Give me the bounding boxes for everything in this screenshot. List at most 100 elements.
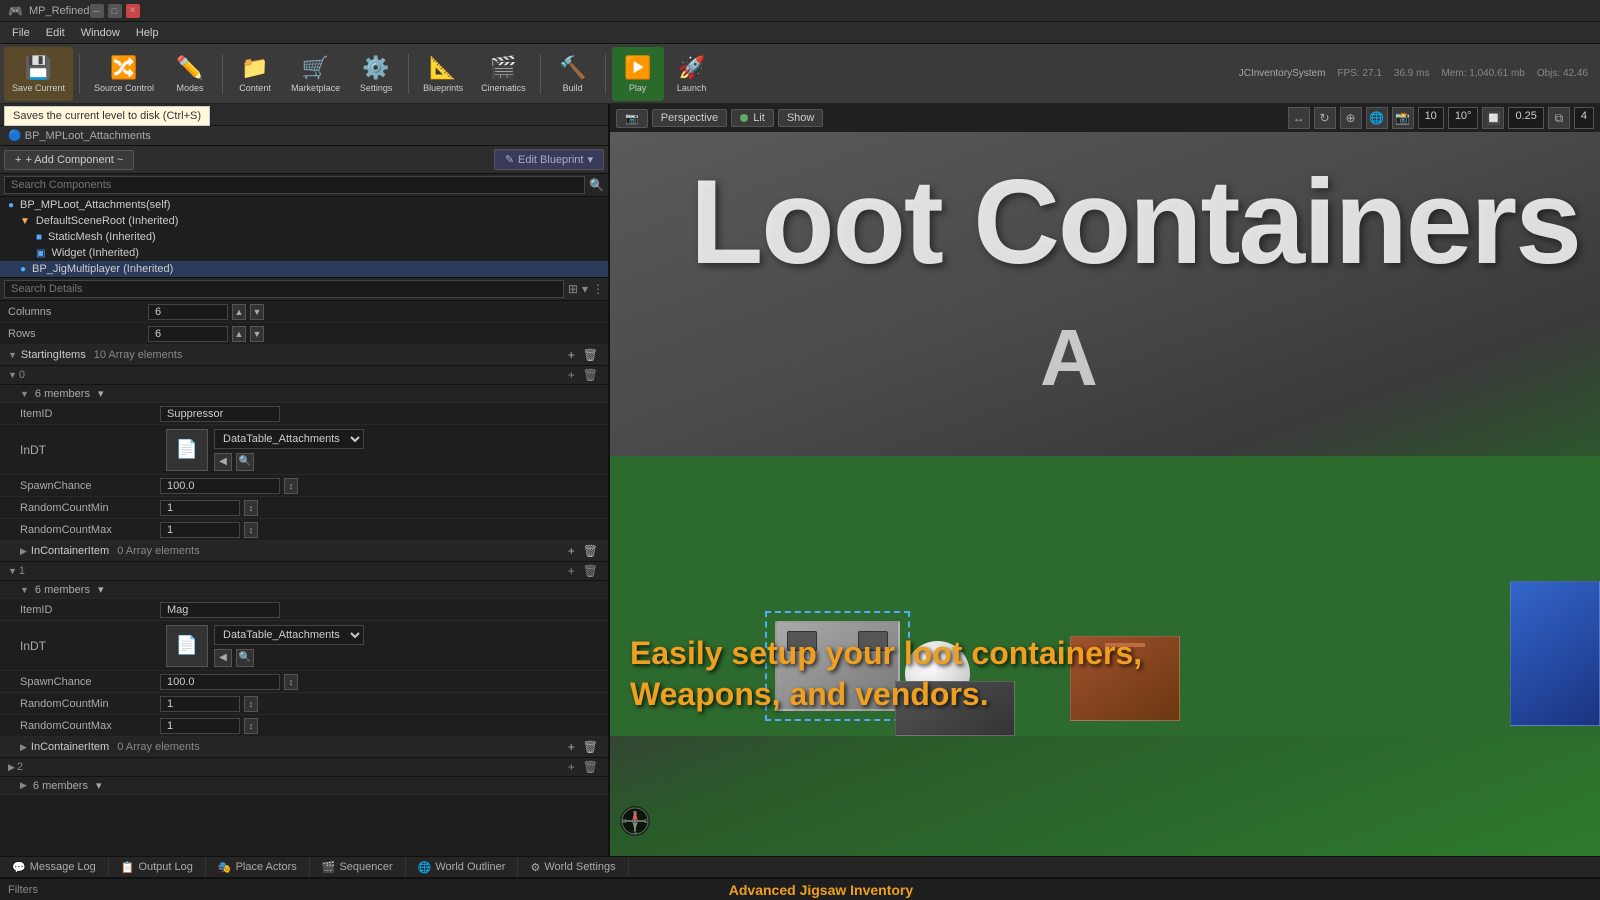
rows-spin-up[interactable]: ▲ — [232, 326, 246, 342]
lit-button[interactable]: Lit — [731, 109, 774, 127]
tab-place-actors[interactable]: 🎭 Place Actors — [206, 857, 310, 877]
item0-incontainer-row[interactable]: ▶ InContainerItem 0 Array elements + 🗑 — [0, 541, 608, 562]
viewport-content[interactable]: Loot Containers A — [610, 132, 1600, 856]
close-button[interactable]: ✕ — [126, 4, 140, 18]
item0-members-dropdown-icon[interactable]: ▾ — [98, 387, 104, 400]
vp-grid-value[interactable]: 10 — [1418, 107, 1444, 129]
blueprints-button[interactable]: 📐 Blueprints — [415, 47, 471, 101]
tab-message-log[interactable]: 💬 Message Log — [0, 857, 109, 877]
item1-dt-back-button[interactable]: ◀ — [214, 649, 232, 667]
columns-spin-up[interactable]: ▲ — [232, 304, 246, 320]
tree-item-static-mesh[interactable]: ■ StaticMesh (Inherited) — [0, 229, 608, 245]
item0-spawnchance-input[interactable] — [160, 478, 280, 494]
item1-randomcountmax-spin[interactable]: ↕ — [244, 718, 258, 734]
viewport-camera-btn[interactable]: 📷 — [616, 109, 648, 128]
show-button[interactable]: Show — [778, 109, 824, 127]
cinematics-button[interactable]: 🎬 Cinematics — [473, 47, 534, 101]
item0-incontainer-add[interactable]: + — [566, 544, 577, 558]
tab-world-outliner[interactable]: 🌐 World Outliner — [406, 857, 519, 877]
launch-button[interactable]: 🚀 Launch — [666, 47, 718, 101]
item0-spawnchance-spin[interactable]: ↕ — [284, 478, 298, 494]
item0-randomcountmax-spin[interactable]: ↕ — [244, 522, 258, 538]
play-button[interactable]: ▶️ Play — [612, 47, 664, 101]
menu-file[interactable]: File — [4, 25, 38, 41]
item1-dt-search-button[interactable]: 🔍 — [236, 649, 254, 667]
minimize-button[interactable]: ─ — [90, 4, 104, 18]
item1-dt-dropdown[interactable]: DataTable_Attachments — [214, 625, 364, 645]
item1-incontainer-clear[interactable]: 🗑 — [581, 740, 600, 754]
vp-camera2-icon[interactable]: 📸 — [1392, 107, 1414, 129]
tab-con[interactable]: Con — [6, 107, 42, 123]
item2-members-dropdown-icon[interactable]: ▾ — [96, 779, 102, 792]
item1-delete-button[interactable]: 🗑 — [581, 564, 600, 578]
item1-spawnchance-spin[interactable]: ↕ — [284, 674, 298, 690]
tree-item-bp-jig[interactable]: ● BP_JigMultiplayer (Inherited) — [0, 261, 608, 277]
filter-icon[interactable]: ▾ — [582, 282, 588, 296]
item0-insert-button[interactable]: + — [566, 368, 577, 382]
vp-angle-value[interactable]: 10° — [1448, 107, 1479, 129]
menu-help[interactable]: Help — [128, 25, 167, 41]
item0-itemid-input[interactable] — [160, 406, 280, 422]
settings-button[interactable]: ⚙️ Settings — [350, 47, 402, 101]
tree-item-default-scene-root[interactable]: ▼ DefaultSceneRoot (Inherited) — [0, 213, 608, 229]
vp-zoom-value[interactable]: 0.25 — [1508, 107, 1543, 129]
item1-members-header[interactable]: ▼ 6 members ▾ — [0, 581, 608, 599]
add-component-button[interactable]: + + Add Component ~ — [4, 150, 134, 170]
rows-spin-down[interactable]: ▼ — [250, 326, 264, 342]
item1-itemid-input[interactable] — [160, 602, 280, 618]
item2-delete-button[interactable]: 🗑 — [581, 760, 600, 774]
search-details-input[interactable] — [4, 280, 564, 298]
item1-spawnchance-input[interactable] — [160, 674, 280, 690]
edit-blueprint-button[interactable]: ✎ Edit Blueprint ▾ — [494, 149, 604, 170]
rows-input[interactable] — [148, 326, 228, 342]
item1-randomcountmin-spin[interactable]: ↕ — [244, 696, 258, 712]
item1-randomcountmin-input[interactable] — [160, 696, 240, 712]
array-item-1-header[interactable]: ▼ 1 + 🗑 — [0, 562, 608, 581]
save-current-button[interactable]: 💾 Save Current — [4, 47, 73, 101]
marketplace-button[interactable]: 🛒 Marketplace — [283, 47, 348, 101]
item0-delete-button[interactable]: 🗑 — [581, 368, 600, 382]
array-item-2-header[interactable]: ▶ 2 + 🗑 — [0, 758, 608, 777]
vp-layers-icon[interactable]: ⧉ — [1548, 107, 1570, 129]
tree-item-bp-mploot[interactable]: ● BP_MPLoot_Attachments(self) — [0, 197, 608, 213]
item0-dt-back-button[interactable]: ◀ — [214, 453, 232, 471]
search-components-input[interactable] — [4, 176, 585, 194]
add-item-button[interactable]: + — [566, 348, 577, 362]
columns-input[interactable] — [148, 304, 228, 320]
item2-members-header[interactable]: ▶ 6 members ▾ — [0, 777, 608, 795]
content-button[interactable]: 📁 Content — [229, 47, 281, 101]
item0-dt-dropdown[interactable]: DataTable_Attachments — [214, 429, 364, 449]
item2-insert-button[interactable]: + — [566, 760, 577, 774]
vp-scale-icon[interactable]: ⊕ — [1340, 107, 1362, 129]
maximize-button[interactable]: □ — [108, 4, 122, 18]
item0-randomcountmin-spin[interactable]: ↕ — [244, 500, 258, 516]
item1-insert-button[interactable]: + — [566, 564, 577, 578]
menu-edit[interactable]: Edit — [38, 25, 73, 41]
item1-incontainer-row[interactable]: ▶ InContainerItem 0 Array elements + 🗑 — [0, 737, 608, 758]
perspective-button[interactable]: Perspective — [652, 109, 727, 127]
item1-randomcountmax-input[interactable] — [160, 718, 240, 734]
clear-items-button[interactable]: 🗑 — [581, 348, 600, 362]
more-options-icon[interactable]: ⋮ — [592, 282, 604, 296]
array-item-0-header[interactable]: ▼ 0 + 🗑 — [0, 366, 608, 385]
tree-item-widget[interactable]: ▣ Widget (Inherited) — [0, 245, 608, 261]
columns-spin-down[interactable]: ▼ — [250, 304, 264, 320]
tab-world-settings[interactable]: ⚙ World Settings — [518, 857, 628, 877]
item0-incontainer-clear[interactable]: 🗑 — [581, 544, 600, 558]
viewport[interactable]: 📷 Perspective Lit Show ↔ ↻ ⊕ 🌐 📸 10 10° — [610, 104, 1600, 856]
item0-randomcountmin-input[interactable] — [160, 500, 240, 516]
item0-members-header[interactable]: ▼ 6 members ▾ — [0, 385, 608, 403]
modes-button[interactable]: ✏️ Modes — [164, 47, 216, 101]
starting-items-section-header[interactable]: ▼ StartingItems 10 Array elements + 🗑 — [0, 345, 608, 366]
item1-members-dropdown-icon[interactable]: ▾ — [98, 583, 104, 596]
source-control-button[interactable]: 🔀 Source Control — [86, 47, 162, 101]
item1-incontainer-add[interactable]: + — [566, 740, 577, 754]
tab-output-log[interactable]: 📋 Output Log — [109, 857, 206, 877]
vp-rotate-icon[interactable]: ↻ — [1314, 107, 1336, 129]
vp-move-icon[interactable]: ↔ — [1288, 107, 1310, 129]
vp-snap-icon[interactable]: 🔲 — [1482, 107, 1504, 129]
build-button[interactable]: 🔨 Build — [547, 47, 599, 101]
item0-dt-search-button[interactable]: 🔍 — [236, 453, 254, 471]
grid-view-icon[interactable]: ⊞ — [568, 282, 578, 296]
tab-sequencer[interactable]: 🎬 Sequencer — [310, 857, 406, 877]
